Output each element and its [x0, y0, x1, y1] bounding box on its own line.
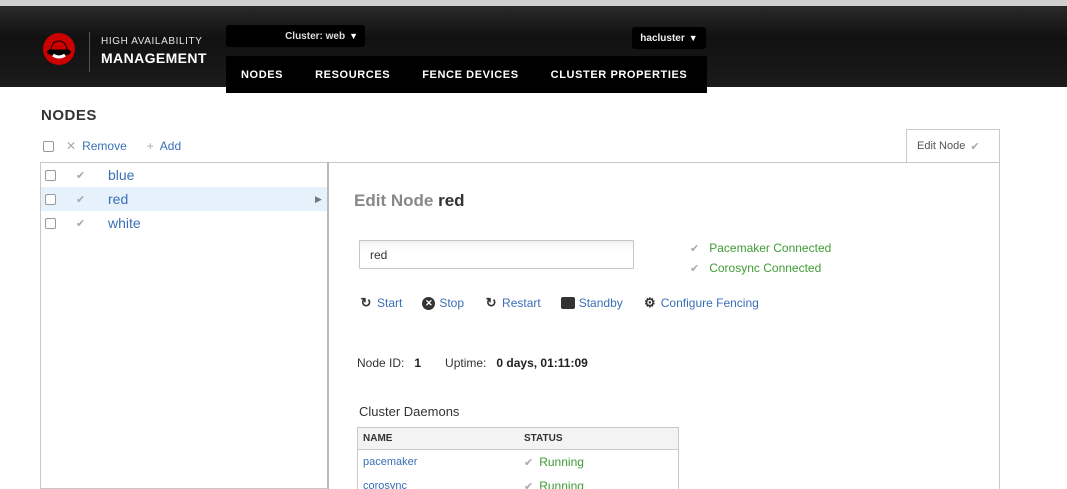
edit-node-title: Edit Node red — [354, 191, 465, 211]
node-row-white[interactable]: ✔ white — [41, 211, 329, 235]
node-checkbox[interactable] — [45, 217, 56, 229]
node-actions: ↻ Start ✕ Stop ↻ Restart Standby ⚙ Confi… — [359, 295, 779, 311]
node-row-blue[interactable]: ✔ blue — [41, 163, 329, 187]
restart-button[interactable]: ↻ Restart — [484, 295, 541, 311]
add-button[interactable]: Add — [160, 139, 181, 153]
remove-icon: ✕ — [66, 139, 77, 153]
logo-divider — [89, 32, 90, 72]
col-status-header: STATUS — [524, 433, 563, 444]
table-row: corosync ✔ Running — [358, 474, 678, 489]
table-row: pacemaker ✔ Running — [358, 450, 678, 474]
check-icon: ✔ — [76, 217, 86, 230]
daemon-status: ✔ Running — [524, 479, 584, 489]
configure-fencing-label: Configure Fencing — [660, 296, 759, 310]
check-icon: ✔ — [76, 193, 86, 206]
stop-icon: ✕ — [422, 296, 436, 310]
nav-fence-devices[interactable]: FENCE DEVICES — [406, 69, 534, 81]
cluster-daemons-title: Cluster Daemons — [359, 404, 460, 419]
standby-icon — [560, 297, 575, 309]
page-title: NODES — [41, 107, 97, 124]
gear-icon: ⚙ — [643, 295, 656, 310]
nav-cluster-properties[interactable]: CLUSTER PROPERTIES — [535, 69, 704, 81]
status-text: Corosync Connected — [709, 261, 822, 275]
node-name[interactable]: red — [108, 191, 128, 207]
daemon-status-text: Running — [539, 455, 584, 469]
caret-down-icon: ▼ — [688, 33, 698, 43]
check-icon: ✔ — [970, 140, 980, 153]
remove-button[interactable]: Remove — [82, 139, 127, 153]
top-header: HIGH AVAILABILITY MANAGEMENT Cluster: we… — [0, 0, 1067, 93]
tab-edit-node-label: Edit Node — [917, 140, 966, 152]
node-name[interactable]: white — [108, 215, 141, 231]
standby-button[interactable]: Standby — [560, 296, 623, 310]
edit-node-title-prefix: Edit Node — [354, 191, 434, 210]
col-name-header: NAME — [363, 433, 393, 444]
configure-fencing-button[interactable]: ⚙ Configure Fencing — [643, 295, 759, 311]
user-menu[interactable]: hacluster ▼ — [632, 27, 706, 49]
nav-nodes[interactable]: NODES — [226, 69, 299, 81]
daemon-name[interactable]: pacemaker — [358, 456, 524, 468]
daemon-status-text: Running — [539, 479, 584, 489]
standby-label: Standby — [578, 296, 623, 310]
brand-title: HIGH AVAILABILITY — [101, 36, 203, 47]
redhat-logo-icon — [43, 33, 75, 65]
table-header: NAME STATUS — [358, 428, 678, 450]
check-icon: ✔ — [524, 456, 534, 469]
connection-status-list: ✔ Pacemaker Connected ✔ Corosync Connect… — [690, 238, 831, 278]
tab-edit-node[interactable]: Edit Node ✔ — [906, 129, 1000, 162]
node-name[interactable]: blue — [108, 167, 134, 183]
check-icon: ✔ — [690, 262, 700, 275]
check-icon: ✔ — [690, 242, 700, 255]
node-checkbox[interactable] — [45, 169, 56, 181]
cluster-select-label: Cluster: web — [285, 30, 346, 42]
refresh-icon: ↻ — [360, 295, 372, 310]
uptime-value: 0 days, 01:11:09 — [496, 356, 588, 370]
node-row-red[interactable]: ✔ red ▶ — [41, 187, 329, 211]
arrow-right-icon: ▶ — [315, 193, 322, 204]
user-menu-label: hacluster — [640, 32, 685, 44]
daemon-status: ✔ Running — [524, 455, 584, 469]
status-text: Pacemaker Connected — [709, 241, 832, 255]
refresh-icon: ↻ — [485, 295, 497, 310]
daemon-name[interactable]: corosync — [358, 480, 524, 489]
daemons-table: NAME STATUS pacemaker ✔ Running corosync… — [357, 427, 679, 489]
node-id-value: 1 — [414, 356, 422, 370]
select-all-checkbox[interactable] — [43, 140, 54, 152]
node-list: ✔ blue ✔ red ▶ ✔ white — [40, 162, 329, 489]
page: HIGH AVAILABILITY MANAGEMENT Cluster: we… — [0, 0, 1067, 489]
node-id-label: Node ID: — [357, 356, 405, 370]
cluster-select[interactable]: Cluster: web ▼ — [226, 25, 365, 47]
stop-label: Stop — [439, 296, 465, 310]
status-corosync: ✔ Corosync Connected — [690, 258, 831, 278]
nodes-toolbar: ✕ Remove + Add — [43, 139, 181, 153]
node-name-input[interactable] — [359, 240, 634, 269]
node-checkbox[interactable] — [45, 193, 56, 205]
nav-resources[interactable]: RESOURCES — [299, 69, 406, 81]
status-pacemaker: ✔ Pacemaker Connected — [690, 238, 831, 258]
start-label: Start — [377, 296, 403, 310]
brand-subtitle: MANAGEMENT — [101, 50, 207, 66]
restart-label: Restart — [502, 296, 541, 310]
node-info: Node ID: 1 Uptime: 0 days, 01:11:09 — [357, 356, 588, 370]
stop-button[interactable]: ✕ Stop — [422, 296, 464, 310]
add-icon: + — [146, 139, 154, 153]
check-icon: ✔ — [76, 169, 86, 182]
caret-down-icon: ▼ — [349, 31, 358, 41]
check-icon: ✔ — [524, 480, 534, 489]
start-button[interactable]: ↻ Start — [359, 295, 403, 311]
uptime-label: Uptime: — [445, 356, 487, 370]
main-nav: NODES RESOURCES FENCE DEVICES CLUSTER PR… — [226, 56, 707, 93]
edit-node-title-node: red — [438, 191, 465, 210]
